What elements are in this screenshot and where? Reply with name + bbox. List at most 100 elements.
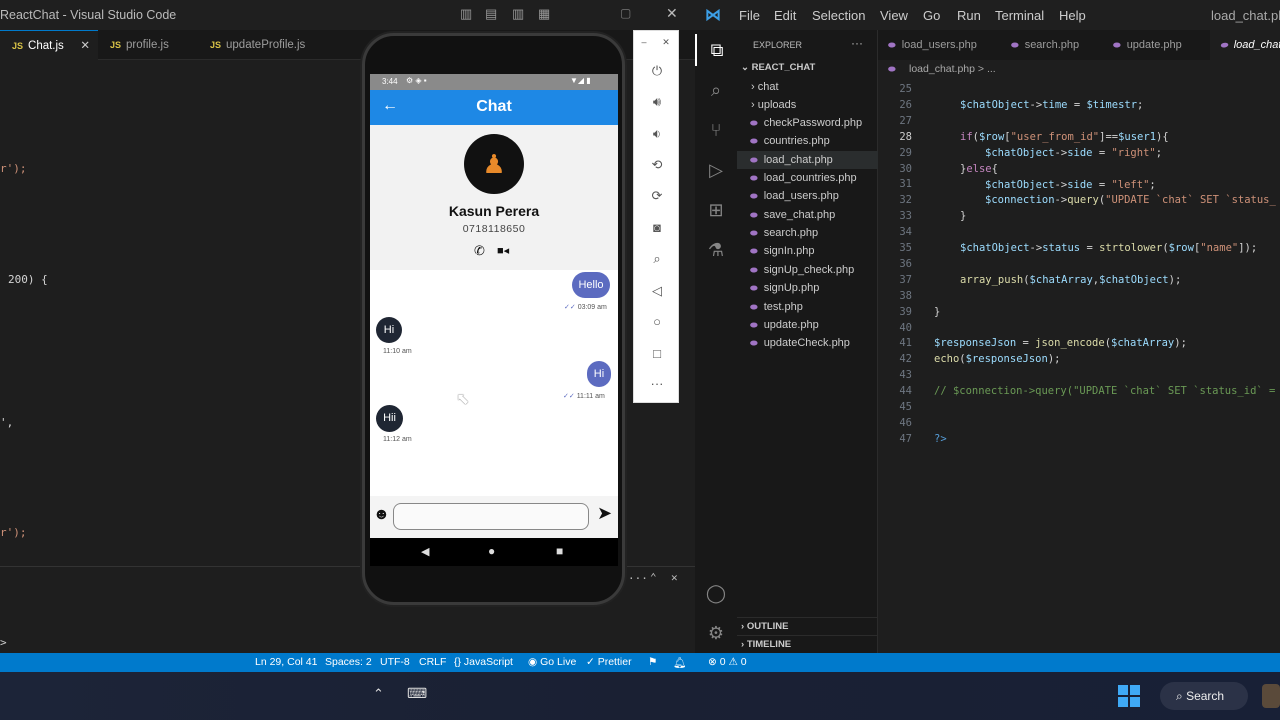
menu-help[interactable]: Help [1059,8,1086,23]
power-icon[interactable]: ⏻ [634,63,680,79]
avatar[interactable]: ♟ [464,134,524,194]
file-item[interactable]: ⬬ countries.php [737,132,878,150]
menu-edit[interactable]: Edit [774,8,796,23]
file-item[interactable]: ⬬ update.php [737,316,878,334]
breadcrumb[interactable]: ⬬ load_chat.php > ... [878,60,1280,78]
line-endings[interactable]: CRLF [419,656,446,668]
file-item[interactable]: ⬬ save_chat.php [737,206,878,224]
home-icon[interactable]: ○ [634,314,680,329]
code-fragment: 200) { [8,273,48,286]
nav-home-icon[interactable]: ● [488,544,495,558]
tab-profile-js[interactable]: JS profile.js [110,30,205,60]
file-item[interactable]: ⬬ signUp.php [737,279,878,297]
panel-more-icon[interactable]: ··· [628,572,648,585]
customize-layout-icon[interactable]: ▦ [538,6,550,22]
bell-icon[interactable]: 🔔︎ [673,656,686,669]
prettier-button[interactable]: ✓ Prettier [586,656,632,668]
menu-view[interactable]: View [880,8,908,23]
timeline-section[interactable]: › TIMELINE [737,635,878,653]
explorer-more-icon[interactable]: ··· [851,36,863,50]
explorer-icon[interactable]: ⧉ [695,34,737,66]
line-number: 27 [899,114,912,127]
video-call-icon[interactable]: ■◂ [497,244,509,257]
rotate-right-icon[interactable]: ⟳ [634,188,680,204]
close-icon[interactable]: ✕ [656,37,676,48]
zoom-icon[interactable]: ⌕ [634,251,680,267]
message-input[interactable] [393,503,589,530]
menu-file[interactable]: File [739,8,760,23]
account-icon[interactable]: ◯ [695,577,737,609]
file-item[interactable]: ⬬ test.php [737,298,878,316]
outline-section[interactable]: › OUTLINE [737,617,878,635]
panel-close-icon[interactable]: ✕ [671,571,678,584]
volume-up-icon[interactable]: 🔊︎ [634,94,680,110]
message-bubble-incoming[interactable]: Hi [376,317,402,343]
menu-selection[interactable]: Selection [812,8,865,23]
message-bubble-outgoing[interactable]: Hi [587,361,611,387]
volume-down-icon[interactable]: 🔉︎ [634,126,680,142]
go-live-button[interactable]: ◉ Go Live [528,656,576,668]
minimize-icon[interactable]: ‒ [634,37,654,47]
file-item-active[interactable]: ⬬ load_chat.php [737,151,878,169]
file-item[interactable]: ⬬ load_users.php [737,187,878,205]
nav-recents-icon[interactable]: ■ [556,544,563,558]
contact-name: Kasun Perera [448,203,540,219]
file-item[interactable]: ⬬ search.php [737,224,878,242]
phone-call-icon[interactable]: ✆ [474,243,485,259]
panel-toggle-icon[interactable]: ▤ [485,6,497,22]
back-icon[interactable]: ◁ [634,283,680,299]
tab-updateprofile-js[interactable]: JS updateProfile.js [210,30,340,60]
restore-icon[interactable]: ▢ [620,6,631,20]
message-bubble-incoming[interactable]: Hii [376,405,403,432]
tab-load-users[interactable]: ⬬ load_users.php [888,30,977,60]
emulator-toolbar: ‒ ✕ ⏻ 🔊︎ 🔉︎ ⟲ ⟳ ◙ ⌕ ◁ ○ □ ··· [633,30,679,403]
feedback-icon[interactable]: ⚑ [648,656,657,668]
run-debug-icon[interactable]: ▷ [695,154,737,186]
language-mode[interactable]: {} JavaScript [454,656,513,668]
settings-gear-icon[interactable]: ⚙ [695,617,737,649]
more-icon[interactable]: ··· [634,376,680,391]
send-icon[interactable]: ➤ [597,503,612,524]
file-item[interactable]: ⬬ load_countries.php [737,169,878,187]
emoji-icon[interactable]: ☻ [373,506,390,524]
secondary-sidebar-icon[interactable]: ▥ [512,6,524,22]
source-control-icon[interactable]: ⑂ [695,114,737,146]
tab-update[interactable]: ⬬ update.php [1113,30,1182,60]
right-code-editor[interactable]: 25 26 27 28 29 30 31 32 33 34 35 36 37 38 39 40 41 42 43 44… [878,78,1280,653]
layout-icon[interactable]: ▥ [460,6,472,22]
tab-load-chat[interactable]: ⬬ load_chat.php [1210,30,1280,60]
rotate-left-icon[interactable]: ⟲ [634,157,680,173]
taskbar-search-box[interactable]: ⌕ Search [1160,682,1248,710]
search-icon[interactable]: ⌕ [695,74,737,106]
project-folder[interactable]: ⌄ REACT_CHAT [737,59,878,77]
folder-uploads[interactable]: › uploads [737,96,878,114]
menu-terminal[interactable]: Terminal [995,8,1044,23]
extensions-icon[interactable]: ⊞ [695,194,737,226]
encoding[interactable]: UTF-8 [380,656,410,668]
message-bubble-outgoing[interactable]: Hello [572,272,610,298]
user-avatar[interactable] [1262,684,1280,708]
menu-go[interactable]: Go [923,8,940,23]
overview-icon[interactable]: □ [634,346,680,361]
camera-icon[interactable]: ◙ [634,220,680,235]
testing-icon[interactable]: ⚗ [695,234,737,266]
file-item[interactable]: ⬬ signIn.php [737,242,878,260]
tab-search[interactable]: ⬬ search.php [1011,30,1079,60]
tab-chat-js[interactable]: JS Chat.js ✕ [0,30,98,60]
close-window-icon[interactable]: ✕ [666,5,678,22]
terminal-prompt[interactable]: > [0,636,7,649]
nav-back-icon[interactable]: ◀ [421,545,429,558]
menu-run[interactable]: Run [957,8,981,23]
file-item[interactable]: ⬬ updateCheck.php [737,334,878,352]
indentation[interactable]: Spaces: 2 [325,656,372,668]
cursor-position[interactable]: Ln 29, Col 41 [255,656,317,668]
keyboard-icon[interactable]: ⌨ [407,685,427,702]
problems-count[interactable]: ⊗ 0 ⚠ 0 [708,656,747,668]
panel-maximize-icon[interactable]: ⌃ [650,571,657,584]
windows-start-icon[interactable] [1118,685,1140,707]
chevron-up-icon[interactable]: ⌃ [373,686,384,702]
file-item[interactable]: ⬬ checkPassword.php [737,114,878,132]
close-tab-icon[interactable]: ✕ [80,31,90,61]
folder-chat[interactable]: › chat [737,78,878,96]
file-item[interactable]: ⬬ signUp_check.php [737,261,878,279]
